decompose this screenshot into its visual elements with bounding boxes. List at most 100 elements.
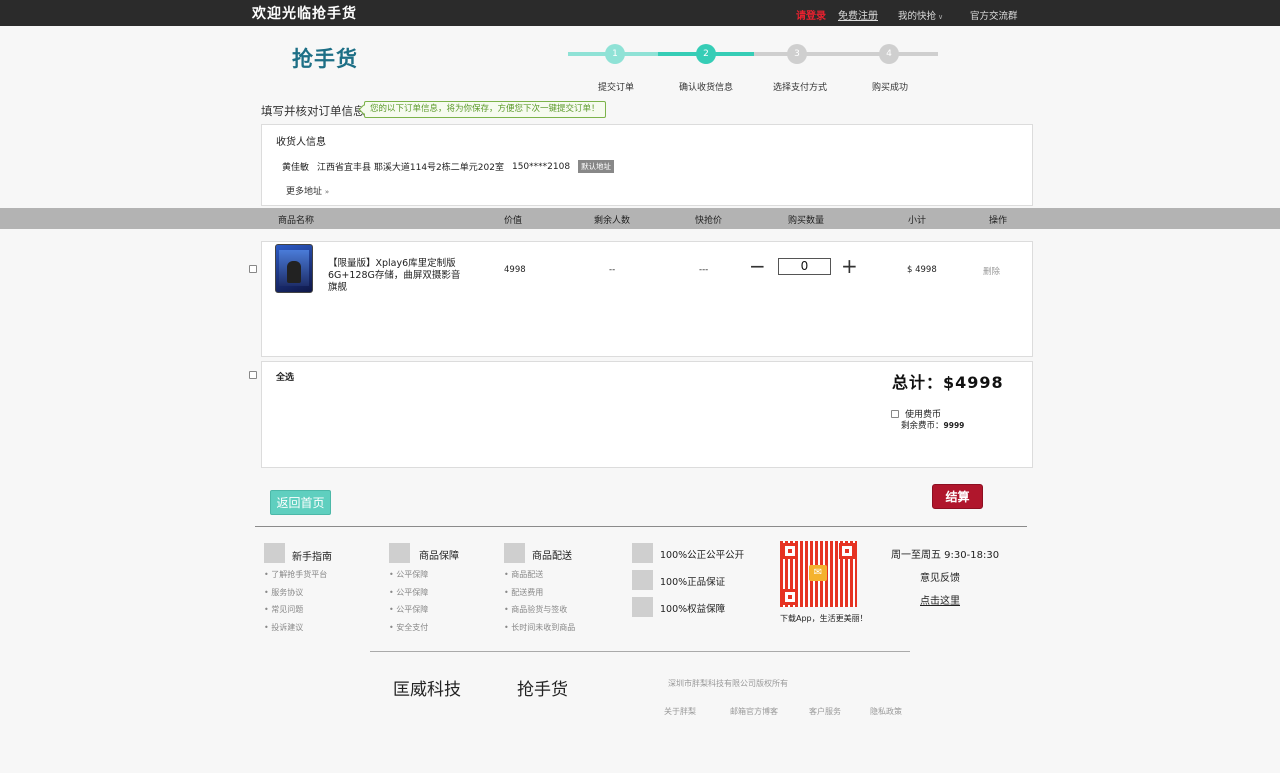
receiver-address-row[interactable]: 黄佳敏 江西省宜丰县 耶溪大道114号2栋二单元202室 150****2108… [282, 160, 615, 173]
footer-divider-2 [370, 651, 910, 652]
guarantee-fair: 100%公正公平公开 [660, 550, 745, 561]
rights-icon [632, 597, 653, 617]
step-3-dot: 3 [787, 44, 807, 64]
qr-caption: 下载App，生活更美丽！ [780, 614, 868, 623]
receiver-address: 江西省宜丰县 耶溪大道114号2栋二单元202室 [317, 163, 504, 173]
product-remaining: -- [609, 265, 616, 275]
double-chevron-down-icon: » [324, 188, 330, 196]
product-subtotal: $ 4998 [907, 265, 937, 275]
step-2-label: 确认收货信息 [678, 83, 733, 93]
th-value: 价值 [504, 216, 523, 226]
receiver-phone: 150****2108 [511, 161, 571, 172]
footer-col-delivery-title: 商品配送 [532, 551, 572, 562]
feedback-link[interactable]: 点击这里 [920, 592, 960, 607]
guide-icon [264, 543, 285, 563]
footer-link-privacy[interactable]: 隐私政策 [870, 706, 902, 717]
select-all-checkbox[interactable] [249, 371, 257, 379]
more-address-label: 更多地址 [286, 187, 323, 197]
footer-link[interactable]: • 公平保障 [389, 566, 428, 584]
guarantee-rights: 100%权益保障 [660, 604, 726, 615]
footer-divider [255, 526, 1027, 527]
step-1-label: 提交订单 [597, 83, 634, 93]
step-2-dot: 2 [696, 44, 716, 64]
footer-link[interactable]: • 公平保障 [389, 584, 428, 602]
product-image[interactable] [275, 244, 313, 293]
envelope-icon: ✉ [809, 565, 827, 581]
delivery-icon [504, 543, 525, 563]
footer-link-service[interactable]: 客户服务 [809, 706, 841, 717]
service-hours: 周一至周五 9:30-18:30 [891, 550, 1000, 561]
company-name-1: 匡威科技 [393, 680, 461, 700]
footer-col-guide-list: • 了解抢手货平台 • 服务协议 • 常见问题 • 投诉建议 [264, 566, 327, 636]
remaining-coins-value: 9999 [943, 421, 965, 430]
th-product: 商品名称 [278, 216, 315, 226]
qty-decrease-button[interactable]: − [749, 256, 766, 276]
genuine-icon [632, 570, 653, 590]
my-qiang-label: 我的快抢 [898, 11, 937, 22]
footer-link[interactable]: • 了解抢手货平台 [264, 566, 327, 584]
select-all-label: 全选 [276, 373, 295, 383]
product-name[interactable]: 【限量版】Xplay6库里定制版6G+128G存储，曲屏双摄影音旗舰 [328, 258, 463, 294]
footer-link[interactable]: • 公平保障 [389, 601, 428, 619]
footer-link[interactable]: • 商品验货与签收 [504, 601, 575, 619]
register-link[interactable]: 免费注册 [838, 7, 878, 22]
fair-icon [632, 543, 653, 563]
footer-link[interactable]: • 投诉建议 [264, 619, 327, 637]
copyright: 深圳市胖梨科技有限公司版权所有 [668, 679, 788, 688]
footer-link[interactable]: • 商品配送 [504, 566, 575, 584]
footer-link-about[interactable]: 关于胖梨 [664, 706, 696, 717]
footer-link[interactable]: • 长时间未收到商品 [504, 619, 575, 637]
my-qiang-menu[interactable]: 我的快抢 ∨ [898, 8, 943, 22]
default-address-badge: 默认地址 [578, 160, 615, 173]
receiver-title: 收货人信息 [276, 137, 326, 148]
step-track-3 [754, 52, 938, 56]
use-coin-checkbox[interactable] [891, 409, 899, 418]
footer-col-guide-title: 新手指南 [292, 552, 332, 563]
footer-col-guarantee-title: 商品保障 [419, 551, 459, 562]
guarantee-genuine: 100%正品保证 [660, 577, 726, 588]
th-qty: 购买数量 [788, 216, 825, 226]
footer-link[interactable]: • 常见问题 [264, 601, 327, 619]
qty-input[interactable]: 0 [778, 258, 831, 275]
table-header [0, 208, 1280, 229]
feedback-label: 意见反馈 [920, 573, 960, 584]
row-checkbox[interactable] [249, 265, 257, 273]
footer-link[interactable]: • 配送费用 [504, 584, 575, 602]
th-flash-price: 快抢价 [695, 216, 723, 226]
back-home-button[interactable]: 返回首页 [270, 490, 331, 515]
official-group-link[interactable]: 官方交流群 [970, 8, 1018, 22]
login-link[interactable]: 请登录 [796, 7, 826, 22]
welcome-text: 欢迎光临抢手货 [252, 6, 357, 22]
product-flash-price: --- [699, 265, 709, 275]
th-remaining: 剩余人数 [594, 216, 631, 226]
form-title: 填写并核对订单信息 [261, 104, 365, 118]
footer-link[interactable]: • 服务协议 [264, 584, 327, 602]
step-4-label: 购买成功 [871, 83, 908, 93]
checkout-button[interactable]: 结算 [932, 484, 983, 509]
footer-link[interactable]: • 安全支付 [389, 619, 428, 637]
delete-button[interactable]: 删除 [983, 265, 1000, 277]
chevron-down-icon: ∨ [938, 13, 944, 21]
top-bar: 欢迎光临抢手货 请登录 免费注册 我的快抢 ∨ 官方交流群 [0, 0, 1280, 26]
footer-col-guarantee-list: • 公平保障 • 公平保障 • 公平保障 • 安全支付 [389, 566, 428, 636]
guarantee-icon [389, 543, 410, 563]
remaining-coins-label: 剩余费币： [901, 421, 944, 431]
remaining-coins: 剩余费币：9999 [901, 419, 964, 431]
th-subtotal: 小计 [908, 216, 927, 226]
brand-logo[interactable]: 抢手货 [292, 43, 358, 73]
th-action: 操作 [989, 216, 1008, 226]
company-name-2: 抢手货 [517, 680, 568, 700]
step-4-dot: 4 [879, 44, 899, 64]
qty-increase-button[interactable]: + [841, 256, 858, 276]
step-1-dot: 1 [605, 44, 625, 64]
step-3-label: 选择支付方式 [772, 83, 827, 93]
product-value: 4998 [504, 265, 526, 275]
footer-col-delivery-list: • 商品配送 • 配送费用 • 商品验货与签收 • 长时间未收到商品 [504, 566, 575, 636]
order-total: 总计：$4998 [892, 373, 1004, 392]
more-address-link[interactable]: 更多地址 » [286, 184, 329, 197]
save-tip: 您的以下订单信息，将为你保存，方便您下次一键提交订单！ [358, 101, 606, 118]
app-qr-code[interactable]: ✉ [780, 541, 857, 607]
footer-link-blog[interactable]: 邮箱官方博客 [730, 706, 778, 717]
save-tip-text: 您的以下订单信息，将为你保存，方便您下次一键提交订单！ [370, 104, 600, 114]
receiver-name: 黄佳敏 [282, 163, 310, 173]
